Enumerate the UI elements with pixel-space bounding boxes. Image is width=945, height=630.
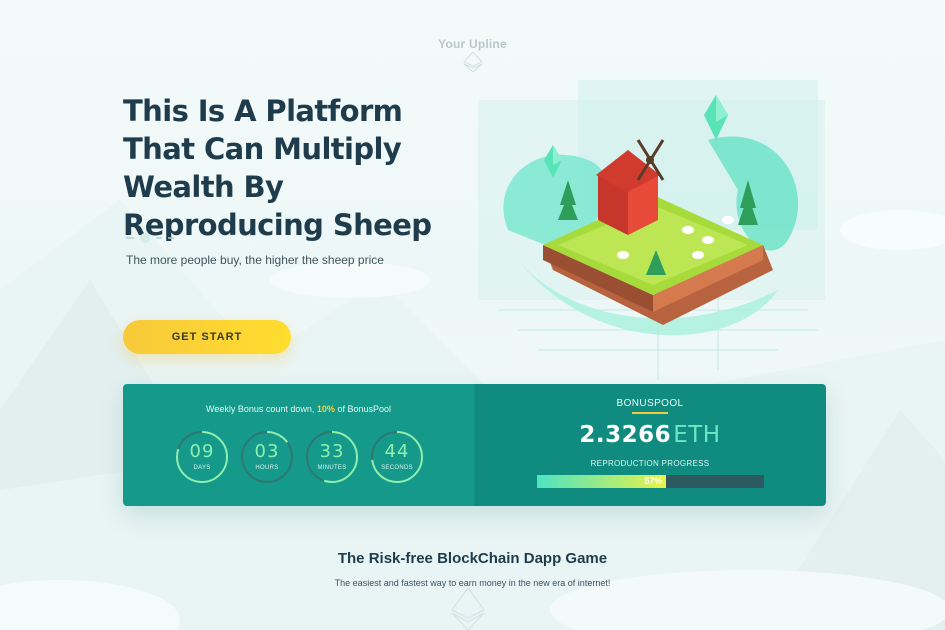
section-title-prefix: The	[337, 550, 369, 567]
bonuspool-amount: 2.3266ETH	[474, 422, 826, 448]
timer-hours: 03 HOURS	[240, 430, 294, 484]
countdown-title-suffix: of BonusPool	[334, 404, 391, 414]
divider-dots-icon	[126, 233, 174, 243]
timer-minutes-unit: MINUTES	[317, 465, 347, 471]
get-start-button[interactable]: GET START	[123, 320, 291, 354]
section-subtitle: The easiest and fastest way to earn mone…	[334, 578, 611, 588]
eth-watermark-icon	[451, 588, 485, 630]
section-title-bold: Risk-free	[368, 550, 433, 567]
section-title: The Risk-free BlockChain Dapp Game	[0, 550, 945, 567]
bonuspool-underline	[632, 412, 668, 414]
countdown-timers: 09 DAYS 03 HOURS 33 MINUTES 44 SECONDS	[175, 430, 424, 484]
upline-label: Your Upline	[438, 37, 507, 51]
bonus-panel: Weekly Bonus count down, 10% of BonusPoo…	[123, 384, 826, 506]
reproduction-progress-label: REPRODUCTION PROGRESS	[590, 459, 710, 468]
countdown-title-prefix: Weekly Bonus count down,	[206, 404, 317, 414]
eth-logo-icon	[463, 52, 483, 72]
timer-days-value: 09	[189, 441, 215, 462]
section-title-suffix: BlockChain Dapp Game	[432, 550, 608, 567]
bonuspool-section: BONUSPOOL 2.3266ETH REPRODUCTION PROGRES…	[474, 384, 826, 506]
timer-hours-unit: HOURS	[255, 465, 279, 471]
timer-days: 09 DAYS	[175, 430, 229, 484]
timer-minutes-value: 33	[319, 441, 345, 462]
bonuspool-amount-value: 2.3266	[579, 422, 672, 448]
timer-days-unit: DAYS	[193, 465, 211, 471]
countdown-section: Weekly Bonus count down, 10% of BonusPoo…	[123, 384, 474, 506]
farm-illustration	[478, 80, 825, 380]
timer-seconds: 44 SECONDS	[370, 430, 424, 484]
hero-subtitle: The more people buy, the higher the shee…	[126, 253, 384, 267]
reproduction-progress-bar: 57%	[537, 475, 764, 488]
countdown-title: Weekly Bonus count down, 10% of BonusPoo…	[123, 404, 474, 414]
timer-seconds-value: 44	[384, 441, 410, 462]
reproduction-progress-text: 57%	[644, 476, 663, 486]
bonuspool-currency: ETH	[673, 422, 721, 448]
hero-title: This Is A Platform That Can Multiply Wea…	[123, 94, 432, 242]
timer-hours-value: 03	[254, 441, 280, 462]
countdown-title-percent: 10%	[316, 404, 335, 414]
timer-minutes: 33 MINUTES	[305, 430, 359, 484]
bonuspool-title: BONUSPOOL	[616, 398, 684, 409]
timer-seconds-unit: SECONDS	[381, 465, 413, 471]
